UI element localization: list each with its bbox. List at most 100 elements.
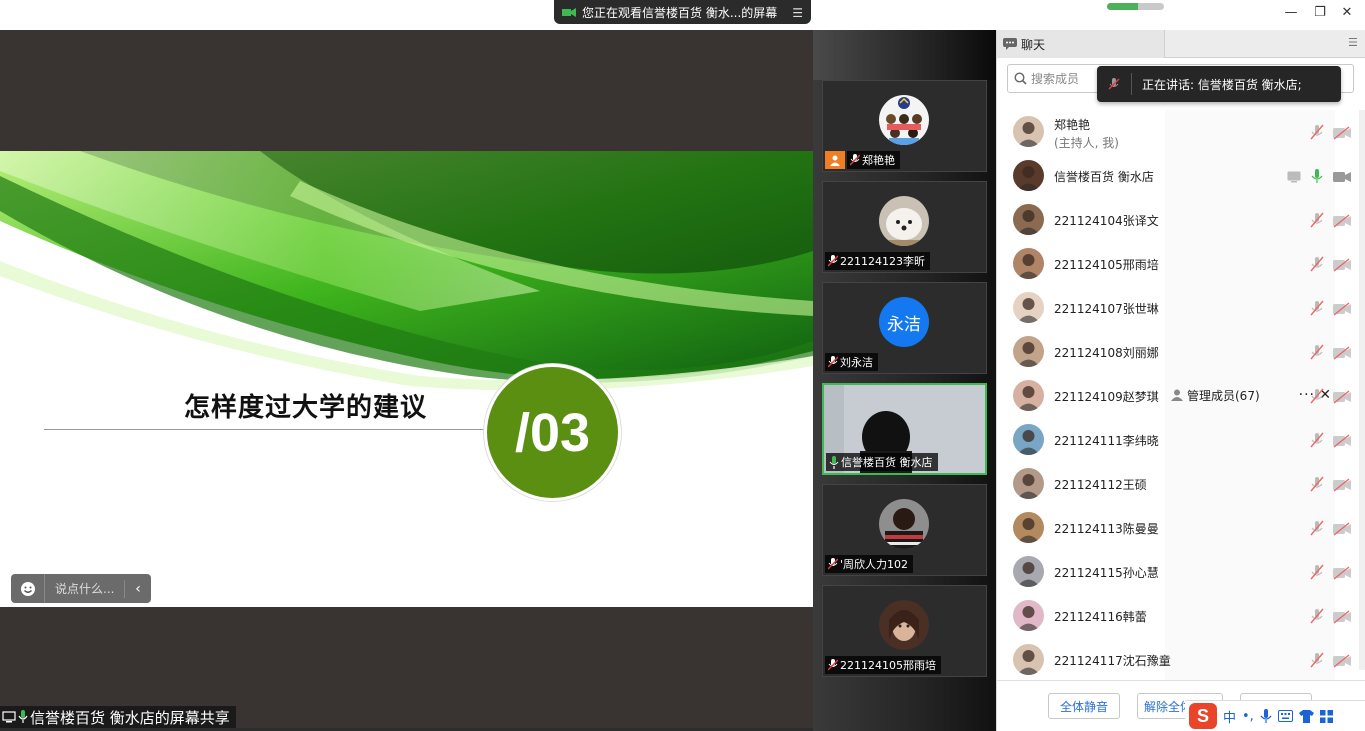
watching-banner[interactable]: 您正在观看信誉楼百货 衡水...的屏幕 ☰ <box>554 0 811 24</box>
avatar <box>1013 248 1044 279</box>
member-row[interactable]: 221124104张译文 <box>997 198 1365 242</box>
camera-off-icon[interactable] <box>1333 609 1351 624</box>
mic-muted-icon[interactable] <box>1309 432 1325 448</box>
camera-off-icon[interactable] <box>1333 389 1351 404</box>
ime-mode-label[interactable]: 中 <box>1223 707 1236 726</box>
presentation-slide: 怎样度过大学的建议 /03 <box>0 151 813 607</box>
member-row[interactable]: 221124112王硕 <box>997 462 1365 506</box>
member-row[interactable]: 221124111李纬晓 <box>997 418 1365 462</box>
avatar <box>879 196 929 246</box>
member-name: 221124116韩蕾 <box>1054 610 1147 624</box>
member-row[interactable]: 221124116韩蕾 <box>997 594 1365 638</box>
camera-off-icon[interactable] <box>1333 433 1351 448</box>
member-name: 221124107张世琳 <box>1054 302 1159 316</box>
slide-green-wave-graphic <box>0 151 813 391</box>
video-tile[interactable]: 221124105邢雨培 <box>822 585 987 677</box>
member-row[interactable]: 221124113陈曼曼 <box>997 506 1365 550</box>
mic-muted-icon <box>828 558 838 570</box>
network-quality-bar <box>1107 3 1164 10</box>
avatar <box>1013 424 1044 455</box>
banner-menu-icon[interactable]: ☰ <box>792 6 803 20</box>
video-tile-name: 郑艳艳 <box>847 151 900 169</box>
mic-muted-icon[interactable] <box>1309 520 1325 536</box>
chat-icon <box>1003 38 1017 50</box>
camera-off-icon[interactable] <box>1333 301 1351 316</box>
mic-muted-icon[interactable] <box>1309 124 1325 140</box>
video-tiles-column: 郑艳艳 221124123李昕 永洁 刘永洁 信誉楼百货 衡水店 '周欣人力10… <box>813 30 996 731</box>
minimize-icon[interactable]: — <box>1284 6 1298 20</box>
mic-active-icon[interactable] <box>1309 168 1325 184</box>
slide-title: 怎样度过大学的建议 <box>184 393 428 423</box>
member-row[interactable]: 221124109赵梦琪 <box>997 374 1365 418</box>
mic-muted-icon[interactable] <box>1309 608 1325 624</box>
video-tile-name: 221124123李昕 <box>825 252 930 270</box>
video-tile-active-speaker[interactable]: 信誉楼百货 衡水店 <box>822 383 987 475</box>
avatar <box>879 600 929 650</box>
member-name: 221124111李纬晓 <box>1054 434 1159 448</box>
video-tile[interactable]: 永洁 刘永洁 <box>822 282 987 374</box>
skin-icon[interactable] <box>1298 709 1314 723</box>
camera-off-icon[interactable] <box>1333 477 1351 492</box>
member-row[interactable]: 郑艳艳 (主持人, 我) <box>997 110 1365 154</box>
video-tile[interactable]: 221124123李昕 <box>822 181 987 273</box>
member-row[interactable]: 221124108刘丽娜 <box>997 330 1365 374</box>
mic-muted-icon[interactable] <box>1309 564 1325 580</box>
member-name: 221124112王硕 <box>1054 478 1147 492</box>
mic-muted-icon[interactable] <box>1309 388 1325 404</box>
member-list-scrollbar[interactable] <box>1359 110 1365 670</box>
mic-muted-icon[interactable] <box>1309 256 1325 272</box>
video-tile[interactable]: 郑艳艳 <box>822 80 987 172</box>
camera-off-icon[interactable] <box>1333 521 1351 536</box>
chevron-left-icon[interactable]: ‹ <box>125 581 151 597</box>
camera-off-icon[interactable] <box>1333 653 1351 668</box>
restore-icon[interactable]: ❐ <box>1313 6 1327 20</box>
video-tile[interactable]: '周欣人力102 <box>822 484 987 576</box>
close-icon[interactable]: ✕ <box>1340 6 1354 20</box>
comment-input[interactable]: 说点什么... ‹ <box>11 574 151 603</box>
window-title-bar: 您正在观看信誉楼百货 衡水...的屏幕 ☰ — ❐ ✕ <box>0 0 1365 30</box>
speaking-indicator-tooltip: 正在讲话: 信誉楼百货 衡水店; <box>1097 66 1341 102</box>
camera-off-icon[interactable] <box>1333 257 1351 272</box>
avatar <box>1013 116 1044 147</box>
mic-muted-icon[interactable] <box>1309 300 1325 316</box>
avatar <box>879 95 929 145</box>
video-tile-name: '周欣人力102 <box>825 555 914 573</box>
toolbox-icon[interactable] <box>1319 709 1333 723</box>
emoji-icon[interactable] <box>11 574 45 603</box>
screen-share-icon <box>1287 168 1303 183</box>
input-method-toolbar[interactable]: S 中 •, <box>1185 700 1365 731</box>
member-row[interactable]: 221124115孙心慧 <box>997 550 1365 594</box>
camera-off-icon[interactable] <box>1333 345 1351 360</box>
mic-active-icon <box>18 710 28 723</box>
mic-muted-icon[interactable] <box>1309 344 1325 360</box>
member-name: 221124117沈石豫童 <box>1054 654 1171 668</box>
punctuation-icon[interactable]: •, <box>1242 709 1254 724</box>
screen-share-icon <box>562 7 576 17</box>
host-badge-icon <box>825 151 845 169</box>
side-panel: 聊天 管理成员(67) ··· ✕ ☰ 搜索成员 正在讲话: 信誉楼百货 衡水店… <box>996 30 1365 731</box>
mic-muted-icon[interactable] <box>1309 652 1325 668</box>
camera-off-icon[interactable] <box>1333 565 1351 580</box>
member-row[interactable]: 221124117沈石豫童 <box>997 638 1365 680</box>
camera-off-icon[interactable] <box>1333 125 1351 140</box>
shared-screen-area: 怎样度过大学的建议 /03 说点什么... ‹ <box>0 30 813 731</box>
mute-all-button[interactable]: 全体静音 <box>1048 693 1120 719</box>
comment-placeholder: 说点什么... <box>45 579 125 598</box>
tab-chat[interactable]: 聊天 <box>997 30 1165 58</box>
divider <box>1131 73 1132 95</box>
member-row[interactable]: 221124105邢雨培 <box>997 242 1365 286</box>
panel-menu-icon[interactable]: ☰ <box>1348 37 1360 49</box>
camera-on-icon[interactable] <box>1333 169 1351 183</box>
mic-muted-icon[interactable] <box>1309 212 1325 228</box>
video-tile-name: 221124105邢雨培 <box>825 656 941 674</box>
voice-input-icon[interactable] <box>1260 708 1272 724</box>
video-column-header <box>813 30 996 80</box>
mic-muted-icon[interactable] <box>1309 476 1325 492</box>
keyboard-icon[interactable] <box>1277 710 1293 722</box>
member-name: 郑艳艳 <box>1054 118 1091 132</box>
avatar <box>1013 644 1044 675</box>
camera-off-icon[interactable] <box>1333 213 1351 228</box>
member-row[interactable]: 221124107张世琳 <box>997 286 1365 330</box>
member-row[interactable]: 信誉楼百货 衡水店 <box>997 154 1365 198</box>
sogou-logo-icon[interactable]: S <box>1189 703 1217 729</box>
